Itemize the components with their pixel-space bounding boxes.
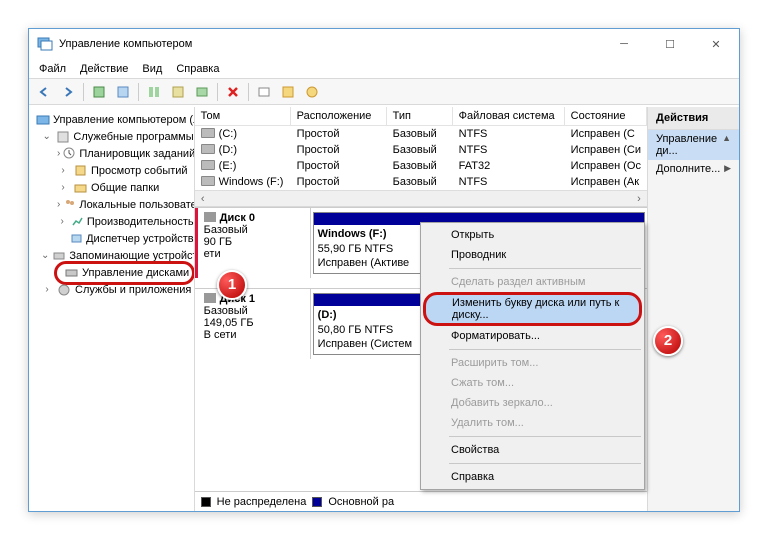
ctx-explorer[interactable]: Проводник xyxy=(423,245,642,265)
toolbar-icon[interactable] xyxy=(191,81,213,103)
col-type[interactable]: Тип xyxy=(387,107,453,125)
back-button[interactable] xyxy=(33,81,55,103)
annotation-badge-2: 2 xyxy=(653,326,683,356)
tree-root[interactable]: Управление компьютером (л xyxy=(53,114,195,126)
actions-more[interactable]: Дополните...▶ xyxy=(648,160,739,178)
ctx-delete: Удалить том... xyxy=(423,413,642,433)
context-menu: Открыть Проводник Сделать раздел активны… xyxy=(420,222,645,490)
device-manager-icon xyxy=(70,231,83,247)
forward-button[interactable] xyxy=(57,81,79,103)
computer-icon xyxy=(36,112,50,128)
toolbar xyxy=(29,79,739,105)
legend-unallocated: Не распределена xyxy=(217,496,307,508)
minimize-button[interactable]: ─ xyxy=(601,29,647,59)
ctx-open[interactable]: Открыть xyxy=(423,225,642,245)
legend: Не распределена Основной ра xyxy=(195,491,647,511)
col-layout[interactable]: Расположение xyxy=(291,107,387,125)
ctx-help[interactable]: Справка xyxy=(423,467,642,487)
ctx-shrink: Сжать том... xyxy=(423,373,642,393)
toolbar-icon[interactable] xyxy=(167,81,189,103)
actions-panel: Действия Управление ди...▲ Дополните...▶ xyxy=(648,107,739,511)
tree-item[interactable]: Просмотр событий xyxy=(91,165,188,177)
disk-management-icon xyxy=(63,265,79,281)
volume-headers: Том Расположение Тип Файловая система Со… xyxy=(195,107,647,126)
volume-row[interactable]: (C:)ПростойБазовыйNTFSИсправен (С xyxy=(195,126,647,142)
disk-info[interactable]: Диск 1 Базовый 149,05 ГБ В сети xyxy=(195,289,311,359)
delete-icon[interactable] xyxy=(222,81,244,103)
toolbar-icon[interactable] xyxy=(253,81,275,103)
navigation-tree[interactable]: Управление компьютером (л ⌄Служебные про… xyxy=(29,107,195,511)
disk-info[interactable]: Диск 0 Базовый 90 ГБ ети xyxy=(195,208,311,278)
actions-selected[interactable]: Управление ди...▲ xyxy=(648,130,739,160)
ctx-properties[interactable]: Свойства xyxy=(423,440,642,460)
ctx-change-drive-letter[interactable]: Изменить букву диска или путь к диску... xyxy=(423,292,642,326)
volume-row[interactable]: Windows (F:)ПростойБазовыйNTFSИсправен (… xyxy=(195,174,647,190)
close-button[interactable]: ✕ xyxy=(693,29,739,59)
tools-icon xyxy=(55,129,70,145)
volume-list[interactable]: Том Расположение Тип Файловая система Со… xyxy=(195,107,647,207)
tree-services[interactable]: Службы и приложения xyxy=(75,284,191,296)
scheduler-icon xyxy=(63,146,76,162)
users-icon xyxy=(63,197,76,213)
tree-system-tools[interactable]: Служебные программы xyxy=(73,131,193,143)
menu-action[interactable]: Действие xyxy=(80,63,128,75)
help-icon[interactable] xyxy=(301,81,323,103)
refresh-icon[interactable] xyxy=(143,81,165,103)
volume-row[interactable]: (E:)ПростойБазовыйFAT32Исправен (Ос xyxy=(195,158,647,174)
menu-help[interactable]: Справка xyxy=(176,63,219,75)
annotation-badge-1: 1 xyxy=(217,270,247,300)
ctx-mirror: Добавить зеркало... xyxy=(423,393,642,413)
col-volume[interactable]: Том xyxy=(195,107,291,125)
col-filesystem[interactable]: Файловая система xyxy=(453,107,565,125)
properties-icon[interactable] xyxy=(277,81,299,103)
tree-item[interactable]: Диспетчер устройств xyxy=(86,233,194,245)
legend-swatch-unallocated xyxy=(201,497,211,507)
ctx-format[interactable]: Форматировать... xyxy=(423,326,642,346)
tree-item[interactable]: Производительность xyxy=(87,216,194,228)
toolbar-icon[interactable] xyxy=(112,81,134,103)
app-icon xyxy=(37,36,53,52)
tree-item[interactable]: Планировщик заданий xyxy=(79,148,194,160)
legend-swatch-primary xyxy=(312,497,322,507)
tree-storage[interactable]: Запоминающие устройст xyxy=(69,250,194,262)
titlebar: Управление компьютером ─ ☐ ✕ xyxy=(29,29,739,59)
tree-disk-management-selected[interactable]: Управление дисками xyxy=(54,261,195,285)
volume-row[interactable]: (D:)ПростойБазовыйNTFSИсправен (Си xyxy=(195,142,647,158)
legend-primary: Основной ра xyxy=(328,496,394,508)
shared-folders-icon xyxy=(72,180,88,196)
tree-item[interactable]: Локальные пользовате xyxy=(79,199,194,211)
menu-view[interactable]: Вид xyxy=(142,63,162,75)
performance-icon xyxy=(70,214,84,230)
col-status[interactable]: Состояние xyxy=(565,107,647,125)
ctx-extend: Расширить том... xyxy=(423,353,642,373)
menu-file[interactable]: Файл xyxy=(39,63,66,75)
toolbar-icon[interactable] xyxy=(88,81,110,103)
horizontal-scrollbar[interactable]: ‹› xyxy=(195,190,647,206)
window-title: Управление компьютером xyxy=(59,38,601,50)
services-icon xyxy=(56,282,72,298)
menubar: Файл Действие Вид Справка xyxy=(29,59,739,79)
ctx-make-active: Сделать раздел активным xyxy=(423,272,642,292)
maximize-button[interactable]: ☐ xyxy=(647,29,693,59)
tree-item[interactable]: Общие папки xyxy=(91,182,159,194)
actions-title: Действия xyxy=(648,107,739,130)
event-viewer-icon xyxy=(72,163,88,179)
